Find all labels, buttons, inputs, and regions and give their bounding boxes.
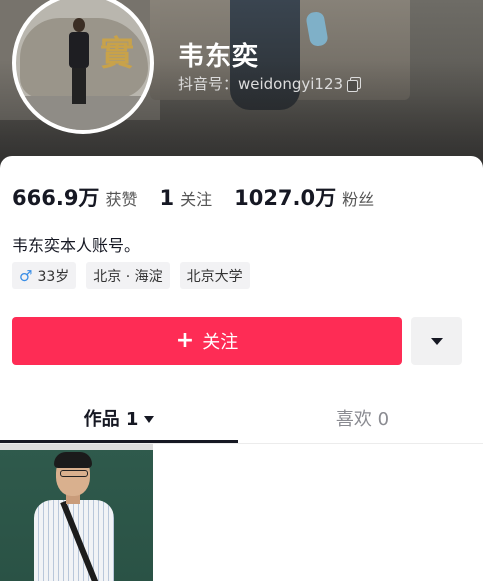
plus-icon: + [175, 328, 195, 353]
stat-following[interactable]: 1 关注 [159, 186, 212, 210]
follow-button[interactable]: + 关注 [12, 317, 402, 365]
video-thumbnail[interactable] [0, 444, 153, 581]
stat-likes[interactable]: 666.9万 获赞 [12, 182, 137, 212]
caret-down-icon [430, 337, 443, 345]
profile-page: 實 韦东奕 抖音号：weidongyi123 666.9万 获赞 1 关注 10… [0, 0, 483, 581]
more-options-button[interactable] [411, 317, 462, 365]
tag-gender-age: ♂ 33岁 [12, 262, 77, 289]
avatar-rock-inscription: 實 [100, 34, 134, 74]
avatar[interactable]: 實 [12, 0, 154, 134]
profile-name: 韦东奕 [178, 42, 260, 72]
tag-school[interactable]: 北京大学 [179, 262, 250, 289]
content-tabs: 作品 1 喜欢 0 [0, 396, 483, 444]
male-icon: ♂ [19, 266, 33, 285]
stat-following-value: 1 [159, 186, 175, 210]
tag-location[interactable]: 北京 · 海淀 [86, 262, 170, 289]
profile-tags: ♂ 33岁 北京 · 海淀 北京大学 [12, 262, 250, 289]
account-id[interactable]: 抖音号：weidongyi123 [178, 73, 362, 94]
stat-followers-label: 粉丝 [342, 190, 375, 209]
tab-works[interactable]: 作品 1 [0, 396, 238, 440]
follow-button-label: 关注 [202, 332, 239, 353]
profile-stats: 666.9万 获赞 1 关注 1027.0万 粉丝 [12, 182, 396, 212]
stat-likes-value: 666.9万 [12, 186, 100, 210]
tab-works-caret-icon [144, 415, 155, 423]
profile-info-card: 666.9万 获赞 1 关注 1027.0万 粉丝 韦东奕本人账号。 ♂ 33岁… [0, 156, 483, 581]
stat-following-label: 关注 [180, 190, 213, 209]
tag-age-text: 33岁 [37, 268, 70, 285]
stat-followers[interactable]: 1027.0万 粉丝 [234, 182, 374, 212]
stat-likes-label: 获赞 [105, 190, 138, 209]
account-id-text: 抖音号：weidongyi123 [178, 75, 344, 93]
tab-likes[interactable]: 喜欢 0 [242, 396, 483, 440]
copy-icon[interactable] [347, 76, 362, 92]
tag-location-text: 北京 · 海淀 [93, 268, 163, 285]
tab-likes-label: 喜欢 0 [335, 409, 390, 430]
tab-works-label: 作品 1 [83, 409, 139, 430]
profile-bio: 韦东奕本人账号。 [12, 236, 141, 255]
tag-school-text: 北京大学 [186, 268, 243, 285]
stat-followers-value: 1027.0万 [234, 186, 337, 210]
